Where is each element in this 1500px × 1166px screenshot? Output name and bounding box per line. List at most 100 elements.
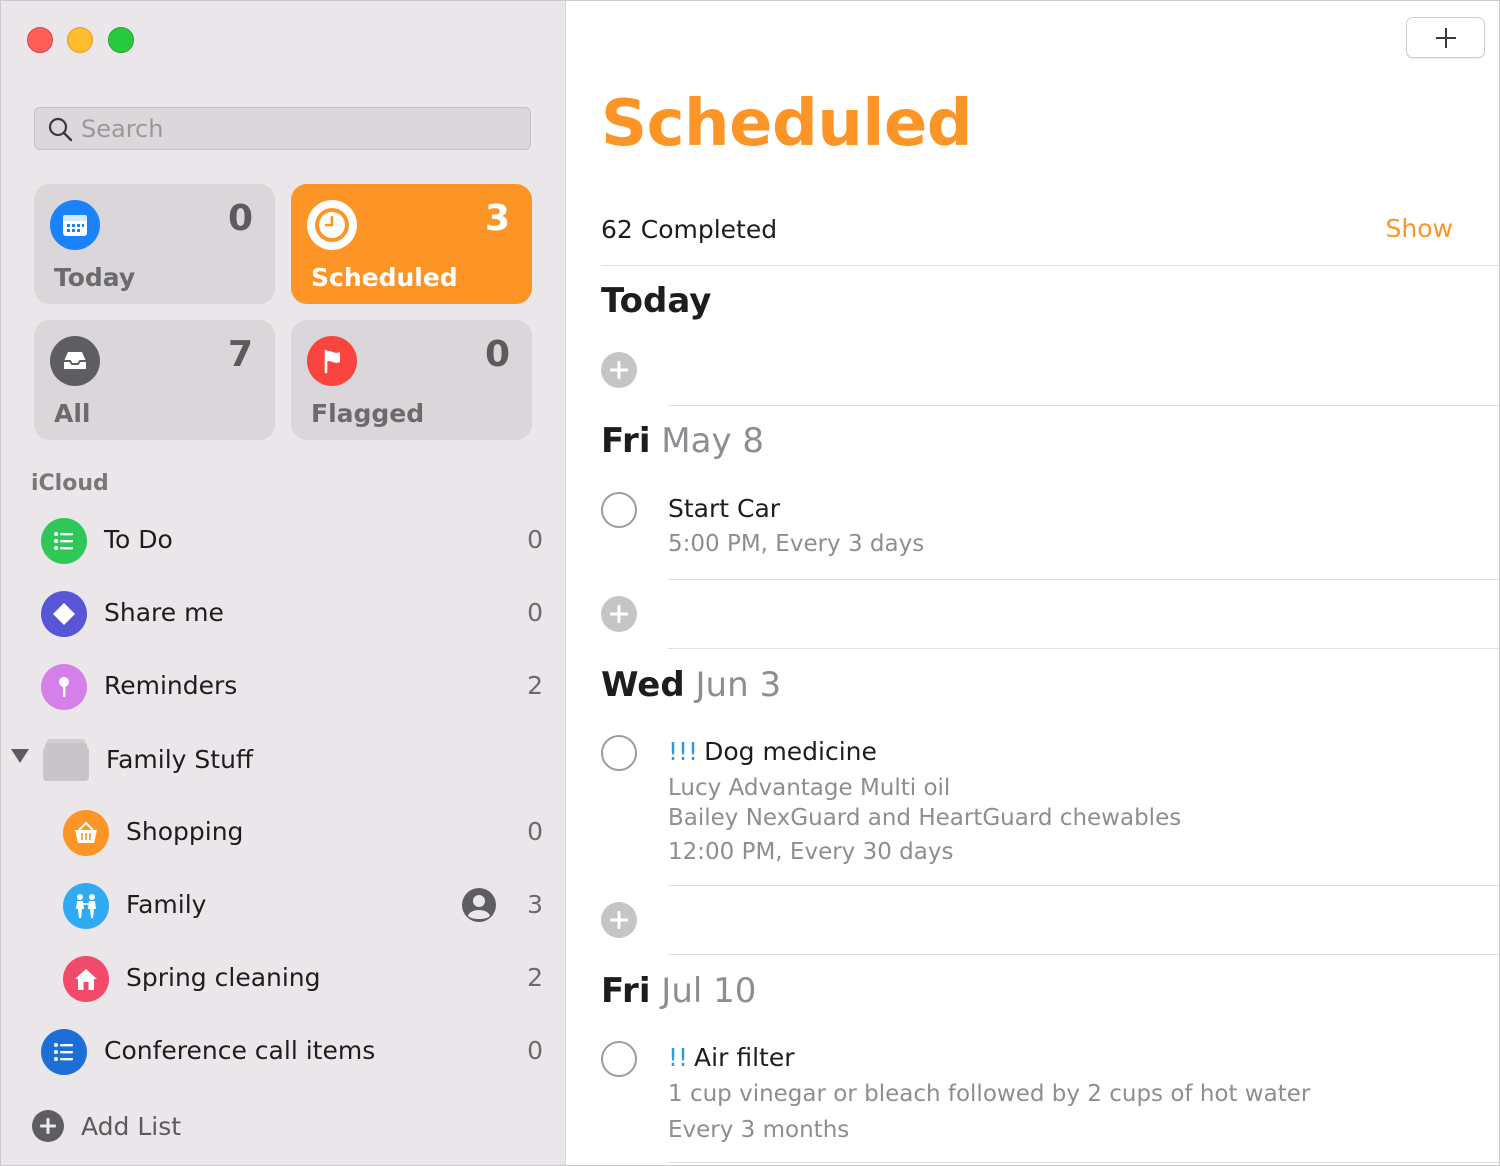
plus-icon [1435, 27, 1456, 48]
list-label: To Do [104, 525, 173, 554]
calendar-icon [50, 200, 100, 250]
sidebar-list-share-me[interactable]: Share me 0 [1, 584, 566, 644]
reminder-checkbox[interactable] [601, 1041, 637, 1077]
sidebar: 0 Today 3 Scheduled 7 [1, 1, 566, 1165]
list-label: Share me [104, 598, 224, 627]
new-reminder-button[interactable] [1406, 17, 1485, 58]
section-day: Fri [601, 421, 651, 461]
reminder-title[interactable]: !!! Dog medicine [668, 737, 877, 766]
smart-list-today[interactable]: 0 Today [34, 184, 275, 304]
section-day: Today [601, 281, 712, 321]
today-label: Today [54, 263, 136, 292]
show-completed-button[interactable]: Show [1386, 214, 1453, 243]
search-icon [48, 117, 73, 141]
shared-person-icon [462, 888, 496, 922]
section-header-jun-3: Wed Jun 3 [601, 665, 781, 705]
list-count: 2 [527, 671, 543, 700]
people-icon [63, 883, 109, 929]
list-label: Spring cleaning [126, 963, 321, 992]
reminder-title[interactable]: Start Car [668, 494, 780, 523]
divider [601, 265, 1499, 266]
list-label: Conference call items [104, 1036, 376, 1065]
section-date: Jul 10 [661, 971, 757, 1011]
smart-list-all[interactable]: 7 All [34, 320, 275, 440]
reminder-title-text: Start Car [668, 494, 781, 523]
completed-count-text: 62 Completed [601, 215, 778, 244]
folder-icon [43, 739, 89, 781]
page-title: Scheduled [601, 87, 973, 161]
list-bullet-icon [41, 518, 87, 564]
sidebar-list-family[interactable]: Family 3 [1, 876, 566, 936]
reminder-note: 1 cup vinegar or bleach followed by 2 cu… [668, 1081, 1311, 1107]
section-date: Jun 3 [695, 665, 782, 705]
smart-list-flagged[interactable]: 0 Flagged [291, 320, 532, 440]
main-content: Scheduled 62 Completed Show Today Fri Ma… [567, 1, 1499, 1165]
section-header-jul-10: Fri Jul 10 [601, 971, 756, 1011]
reminder-title[interactable]: !! Air filter [668, 1043, 794, 1072]
divider [668, 954, 1499, 955]
all-label: All [54, 399, 91, 428]
close-window-button[interactable] [27, 27, 53, 53]
section-header-today: Today [601, 281, 711, 321]
list-label: Family [126, 890, 207, 919]
sidebar-group-family-stuff[interactable]: Family Stuff [1, 731, 566, 791]
reminder-due-text: 12:00 PM, Every 30 days [668, 839, 954, 865]
reminder-checkbox[interactable] [601, 735, 637, 771]
list-count: 3 [527, 890, 543, 919]
divider [668, 648, 1499, 649]
reminder-title-text: Air filter [694, 1043, 795, 1072]
add-list-label: Add List [81, 1111, 182, 1141]
list-count: 0 [527, 598, 543, 627]
smart-list-scheduled[interactable]: 3 Scheduled [291, 184, 532, 304]
reminder-note: Bailey NexGuard and HeartGuard chewables [668, 805, 1182, 831]
divider [668, 885, 1499, 886]
icloud-section-label: iCloud [31, 471, 109, 496]
scheduled-count: 3 [484, 198, 510, 239]
disclosure-triangle-icon[interactable] [11, 749, 29, 763]
list-label: Family Stuff [106, 745, 254, 774]
sidebar-list-to-do[interactable]: To Do 0 [1, 511, 566, 571]
list-label: Shopping [126, 817, 244, 846]
reminder-due-text: Every 3 months [668, 1117, 850, 1143]
basket-icon [63, 810, 109, 856]
minimize-window-button[interactable] [67, 27, 93, 53]
clock-icon [307, 200, 357, 250]
section-day: Wed [601, 665, 685, 705]
reminder-note: Lucy Advantage Multi oil [668, 775, 951, 801]
reminder-checkbox[interactable] [601, 492, 637, 528]
diamond-icon [41, 591, 87, 637]
divider [668, 1162, 1499, 1163]
divider [668, 405, 1499, 406]
all-count: 7 [227, 334, 253, 375]
list-count: 0 [527, 1036, 543, 1065]
sidebar-list-conference-call-items[interactable]: Conference call items 0 [1, 1022, 566, 1082]
search-input[interactable] [81, 114, 501, 143]
list-count: 0 [527, 525, 543, 554]
reminder-due-text: 5:00 PM, Every 3 days [668, 531, 925, 557]
list-count: 2 [527, 963, 543, 992]
add-reminder-plus-icon[interactable] [601, 352, 637, 388]
section-day: Fri [601, 971, 651, 1011]
pin-icon [41, 664, 87, 710]
sidebar-list-spring-cleaning[interactable]: Spring cleaning 2 [1, 949, 566, 1009]
divider [668, 579, 1499, 580]
list-count: 0 [527, 817, 543, 846]
search-field[interactable] [34, 107, 531, 150]
add-reminder-plus-icon[interactable] [601, 902, 637, 938]
list-label: Reminders [104, 671, 238, 700]
priority-marker: !! [668, 1043, 689, 1072]
today-count: 0 [227, 198, 253, 239]
reminder-title-text: Dog medicine [704, 737, 877, 766]
reminders-window: 0 Today 3 Scheduled 7 [0, 0, 1500, 1166]
inbox-tray-icon [50, 336, 100, 386]
sidebar-list-reminders[interactable]: Reminders 2 [1, 657, 566, 717]
add-list-button[interactable]: Add List [31, 1101, 181, 1151]
list-bullet-icon [41, 1029, 87, 1075]
add-reminder-plus-icon[interactable] [601, 596, 637, 632]
scheduled-label: Scheduled [311, 263, 458, 292]
zoom-window-button[interactable] [108, 27, 134, 53]
flagged-count: 0 [484, 334, 510, 375]
sidebar-list-shopping[interactable]: Shopping 0 [1, 803, 566, 863]
flag-icon [307, 336, 357, 386]
section-header-may-8: Fri May 8 [601, 421, 764, 461]
